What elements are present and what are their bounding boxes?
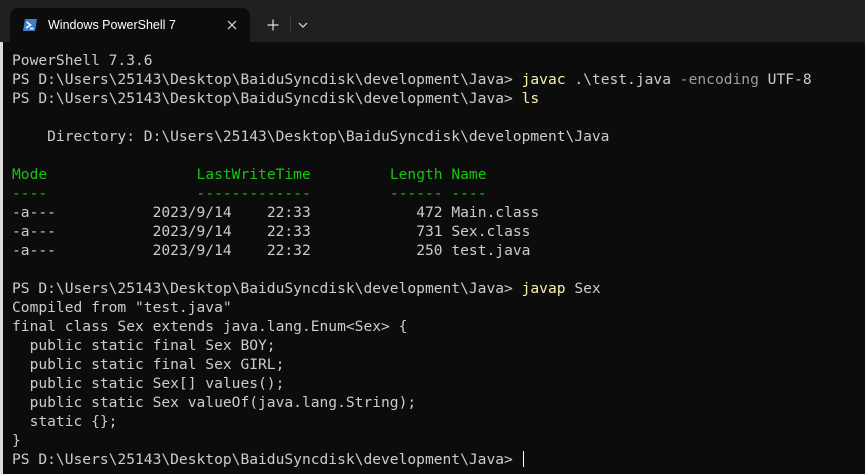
listing-underline: ---- ------------- ------ ---- bbox=[12, 184, 865, 203]
tab-title: Windows PowerShell 7 bbox=[48, 18, 176, 32]
row-mode: -a--- bbox=[12, 223, 56, 240]
command-arg: Sex bbox=[574, 280, 601, 297]
powershell-icon bbox=[22, 17, 38, 33]
chevron-down-icon[interactable] bbox=[294, 16, 312, 34]
command-option: -encoding bbox=[679, 71, 759, 88]
output-line: public static final Sex GIRL; bbox=[12, 356, 285, 373]
table-row: -a--- 2023/9/14 22:33 731 Sex.class bbox=[12, 222, 865, 241]
output-line: public static Sex valueOf(java.lang.Stri… bbox=[12, 394, 417, 411]
row-date: 2023/9/14 bbox=[152, 223, 232, 240]
plus-icon[interactable] bbox=[263, 15, 283, 35]
row-mode: -a--- bbox=[12, 242, 56, 259]
text-cursor bbox=[522, 451, 524, 467]
prompt: PS D:\Users\25143\Desktop\BaiduSyncdisk\… bbox=[12, 71, 513, 88]
output-line: } bbox=[12, 432, 21, 449]
row-name: Main.class bbox=[451, 204, 540, 221]
tab-divider bbox=[290, 17, 291, 33]
underline-name: ---- bbox=[451, 185, 487, 202]
title-bar: Windows PowerShell 7 bbox=[0, 0, 865, 42]
header-name: Name bbox=[451, 166, 487, 183]
directory-line: Directory: D:\Users\25143\Desktop\BaiduS… bbox=[12, 128, 610, 145]
command-name: javac bbox=[521, 71, 566, 88]
row-time: 22:33 bbox=[266, 223, 311, 240]
underline-length: ------ bbox=[389, 185, 443, 202]
command-name: javap bbox=[521, 280, 566, 297]
row-length: 250 bbox=[416, 242, 443, 259]
version-line: PowerShell 7.3.6 bbox=[12, 52, 153, 69]
row-date: 2023/9/14 bbox=[152, 242, 232, 259]
row-time: 22:32 bbox=[266, 242, 311, 259]
prompt: PS D:\Users\25143\Desktop\BaiduSyncdisk\… bbox=[12, 451, 513, 468]
output-line: static {}; bbox=[12, 413, 118, 430]
prompt: PS D:\Users\25143\Desktop\BaiduSyncdisk\… bbox=[12, 90, 513, 107]
row-date: 2023/9/14 bbox=[152, 204, 232, 221]
prompt: PS D:\Users\25143\Desktop\BaiduSyncdisk\… bbox=[12, 280, 513, 297]
listing-header: Mode LastWriteTime Length Name bbox=[12, 165, 865, 184]
close-icon[interactable] bbox=[224, 17, 240, 33]
header-lastwritetime: LastWriteTime bbox=[196, 166, 311, 183]
command-arg: .\test.java bbox=[574, 71, 671, 88]
output-line: public static Sex[] values(); bbox=[12, 375, 285, 392]
row-name: Sex.class bbox=[451, 223, 531, 240]
table-row: -a--- 2023/9/14 22:32 250 test.java bbox=[12, 241, 865, 260]
row-mode: -a--- bbox=[12, 204, 56, 221]
row-length: 731 bbox=[416, 223, 443, 240]
command-line: PS D:\Users\25143\Desktop\BaiduSyncdisk\… bbox=[12, 70, 865, 89]
underline-mode: ---- bbox=[12, 185, 48, 202]
output-line: public static final Sex BOY; bbox=[12, 337, 276, 354]
row-time: 22:33 bbox=[266, 204, 311, 221]
command-arg: UTF-8 bbox=[767, 71, 812, 88]
command-name: ls bbox=[521, 90, 540, 107]
header-mode: Mode bbox=[12, 166, 48, 183]
terminal-output[interactable]: PowerShell 7.3.6 PS D:\Users\25143\Deskto… bbox=[0, 42, 865, 474]
underline-lastwritetime: ------------- bbox=[196, 185, 311, 202]
command-line[interactable]: PS D:\Users\25143\Desktop\BaiduSyncdisk\… bbox=[12, 450, 865, 469]
command-line: PS D:\Users\25143\Desktop\BaiduSyncdisk\… bbox=[12, 279, 865, 298]
table-row: -a--- 2023/9/14 22:33 472 Main.class bbox=[12, 203, 865, 222]
output-line: Compiled from "test.java" bbox=[12, 299, 232, 316]
row-name: test.java bbox=[451, 242, 531, 259]
header-length: Length bbox=[389, 166, 443, 183]
output-line: final class Sex extends java.lang.Enum<S… bbox=[12, 318, 408, 335]
command-line: PS D:\Users\25143\Desktop\BaiduSyncdisk\… bbox=[12, 89, 865, 108]
row-length: 472 bbox=[416, 204, 443, 221]
tab-powershell[interactable]: Windows PowerShell 7 bbox=[10, 8, 250, 42]
terminal-window: Windows PowerShell 7 PowerShell 7.3.6 PS … bbox=[0, 0, 865, 474]
